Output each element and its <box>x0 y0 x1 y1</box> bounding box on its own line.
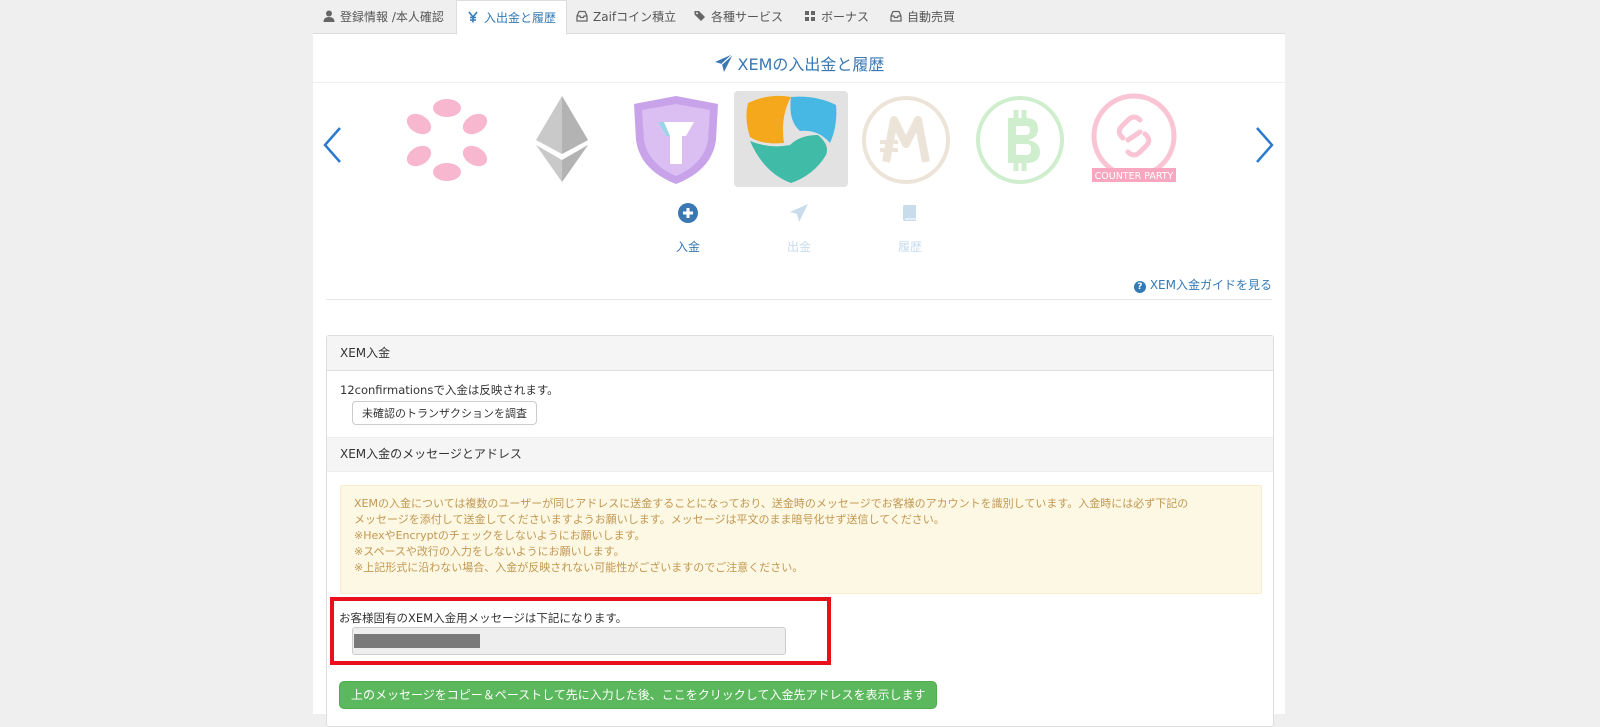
warning-line: ※HexやEncryptのチェックをしないようにお願いします。 <box>354 529 646 542</box>
question-circle-icon: ? <box>1133 281 1146 293</box>
carousel-prev-arrow-icon[interactable] <box>320 125 344 165</box>
user-icon <box>323 10 335 22</box>
paper-plane-icon <box>714 53 733 72</box>
tab-deposit-history[interactable]: 入出金と履歴 <box>456 0 568 35</box>
withdraw-action[interactable]: 出金 <box>769 203 829 255</box>
check-unconfirmed-transactions-button[interactable]: 未確認のトランザクションを調査 <box>352 401 537 425</box>
page-title: XEMの入出金と履歴 <box>313 50 1285 80</box>
warning-line: ※スペースや改行の入力をしないようにお願いします。 <box>354 545 625 558</box>
polkadot-coin-icon <box>406 99 488 181</box>
history-action[interactable]: 履歴 <box>880 203 940 255</box>
tags-icon <box>694 11 705 21</box>
page-title-text: XEMの入出金と履歴 <box>737 55 885 74</box>
divider <box>313 82 1285 83</box>
inbox-icon <box>576 10 588 22</box>
xem-coin-icon <box>746 95 837 183</box>
warning-line: ※上記形式に沿わない場合、入金が反映されない可能性がございますのでご注意ください… <box>354 561 804 574</box>
message-label: お客様固有のXEM入金用メッセージは下記になります。 <box>339 611 628 625</box>
tab-label: 自動売買 <box>907 10 956 24</box>
coin-caption: COUNTER PARTY <box>1095 171 1174 182</box>
monacoin-coin-icon <box>862 96 950 184</box>
book-icon <box>903 205 916 221</box>
warning-line: XEMの入金については複数のユーザーが同じアドレスに送金することになっており、送… <box>354 497 1189 510</box>
paper-plane-icon <box>790 204 808 222</box>
tab-label: 入出金と履歴 <box>484 11 557 25</box>
deposit-message-field[interactable] <box>352 627 786 655</box>
tab-label: 登録情報 /本人確認 <box>340 10 444 24</box>
warning-alert: XEMの入金については複数のユーザーが同じアドレスに送金することになっており、送… <box>340 485 1262 594</box>
coin-zaif-token[interactable] <box>628 92 724 188</box>
tab-auto-trading[interactable]: 自動売買 <box>890 0 955 33</box>
tab-label: 各種サービス <box>711 10 784 24</box>
coin-polkadot[interactable] <box>399 92 495 188</box>
message-address-section-heading: XEM入金のメッセージとアドレス <box>327 437 1273 472</box>
guide-link-text: XEM入金ガイドを見る <box>1149 278 1272 292</box>
ethereum-coin-icon <box>536 96 588 182</box>
coin-ethereum[interactable] <box>514 92 610 188</box>
show-deposit-address-button[interactable]: 上のメッセージをコピー＆ペーストして先に入力した後、ここをクリックして入金先アド… <box>339 681 938 709</box>
inbox-icon <box>890 10 902 22</box>
history-action-label: 履歴 <box>897 240 922 254</box>
deposit-action-label: 入金 <box>675 240 700 254</box>
warning-line: メッセージを添付して送金してくださいますようお願いします。メッセージは平文のまま… <box>354 513 945 526</box>
coin-counterparty[interactable]: COUNTER PARTY <box>1086 92 1182 188</box>
deposit-panel: XEM入金 12confirmationsで入金は反映されます。 未確認のトラン… <box>326 335 1274 727</box>
bitcoin-cash-coin-icon <box>976 96 1064 184</box>
tab-bonus[interactable]: ボーナス <box>804 0 869 33</box>
divider <box>326 299 1272 300</box>
redacted-message <box>354 634 480 648</box>
tab-account-info[interactable]: 登録情報 /本人確認 <box>323 0 444 33</box>
tab-zaif-coin-savings[interactable]: Zaifコイン積立 <box>576 0 676 33</box>
deposit-action[interactable]: 入金 <box>658 203 718 255</box>
coin-xem-selected[interactable] <box>734 91 848 187</box>
confirmation-text: 12confirmationsで入金は反映されます。 <box>340 383 559 397</box>
grid-icon <box>805 11 815 21</box>
coin-monacoin[interactable] <box>858 92 954 188</box>
withdraw-action-label: 出金 <box>786 240 811 254</box>
tab-services[interactable]: 各種サービス <box>694 0 783 33</box>
xem-guide-link[interactable]: ? XEM入金ガイドを見る <box>1133 276 1272 293</box>
panel-heading: XEM入金 <box>327 336 1273 371</box>
zaif-token-coin-icon <box>634 96 718 184</box>
carousel-next-arrow-icon[interactable] <box>1253 125 1277 165</box>
plus-circle-icon <box>678 203 698 223</box>
counterparty-coin-icon: COUNTER PARTY <box>1091 93 1177 182</box>
tab-label: Zaifコイン積立 <box>593 10 677 24</box>
tab-label: ボーナス <box>821 10 870 24</box>
coin-bitcoin-cash[interactable] <box>972 92 1068 188</box>
yen-icon <box>468 11 478 23</box>
